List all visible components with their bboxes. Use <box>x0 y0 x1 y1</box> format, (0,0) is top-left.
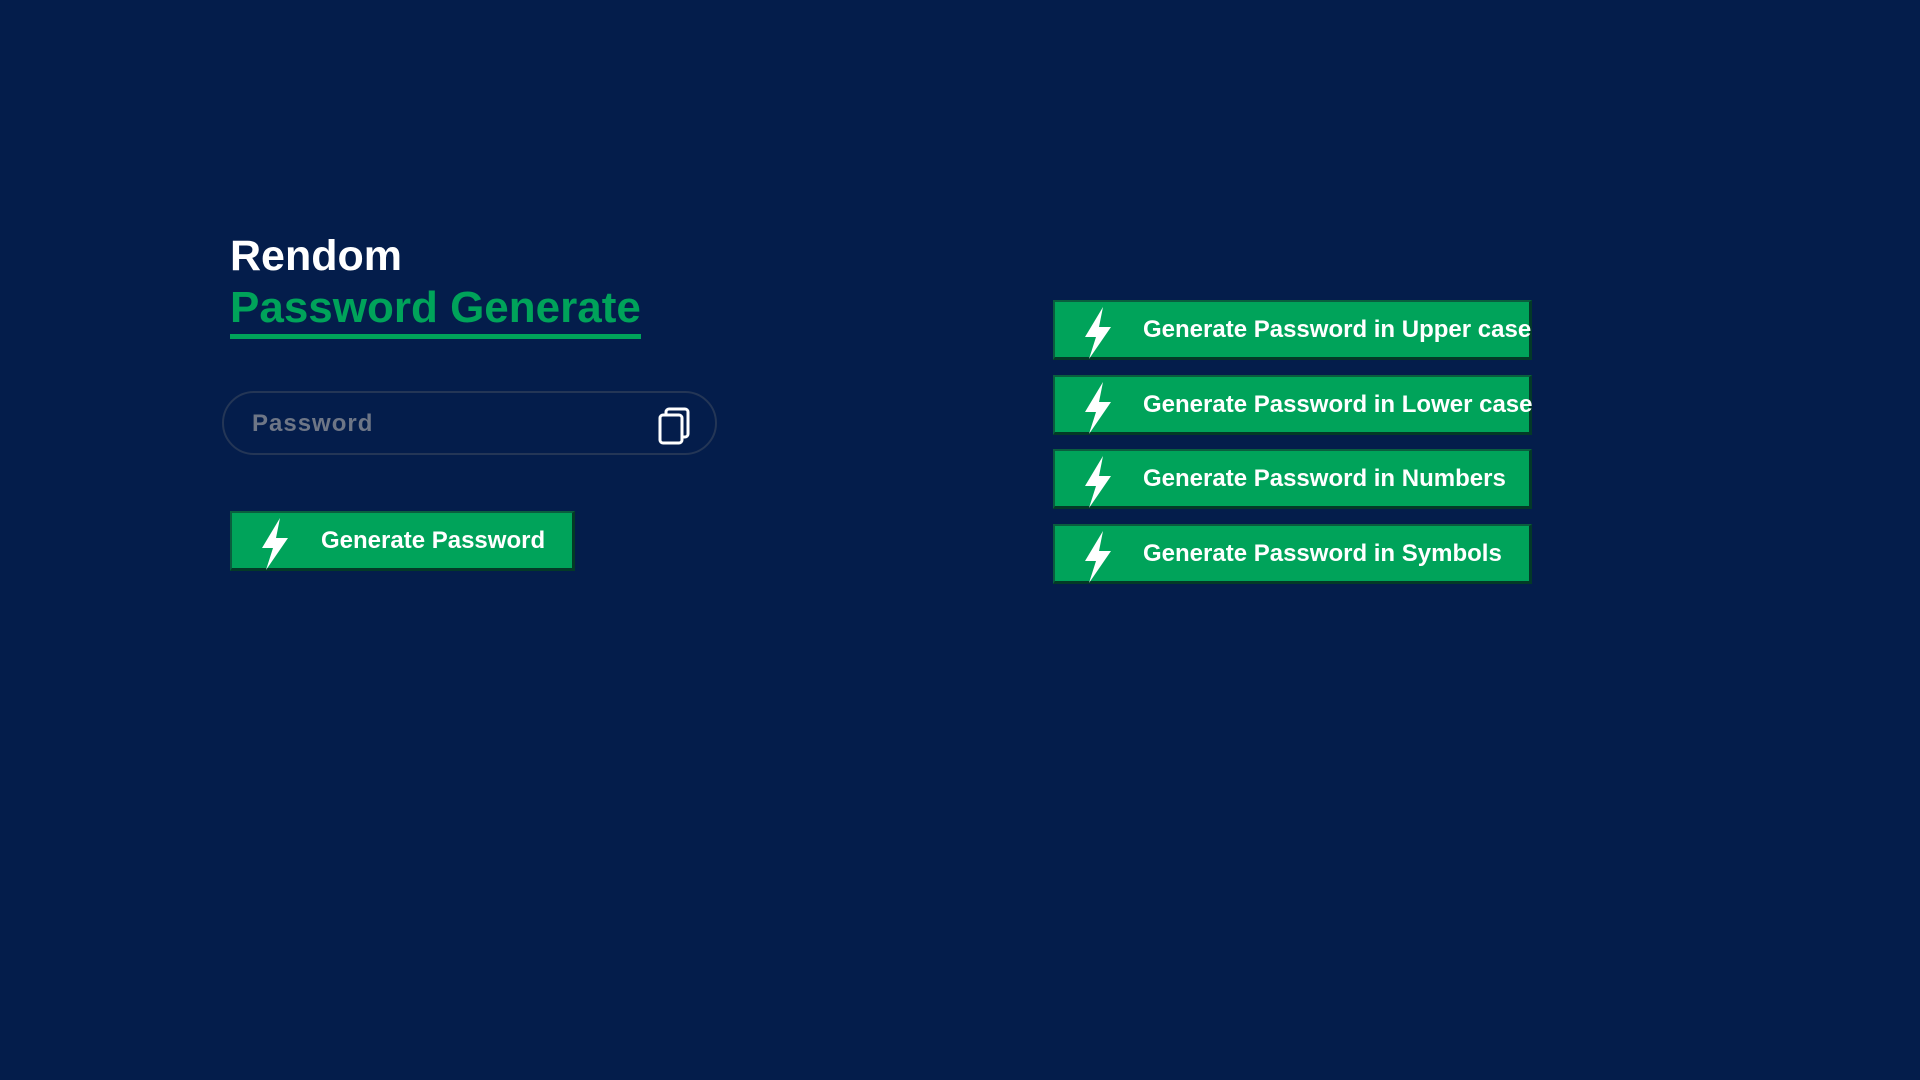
password-field-container <box>222 391 717 455</box>
title-rendom: Rendom <box>230 232 402 280</box>
generate-symbols-button[interactable]: Generate Password in Symbols <box>1053 524 1532 584</box>
generate-numbers-label: Generate Password in Numbers <box>1143 465 1506 492</box>
generate-password-label: Generate Password <box>321 527 546 554</box>
generate-lower-case-label: Generate Password in Lower case <box>1143 391 1533 418</box>
lightning-bolt-icon <box>1085 531 1111 583</box>
lightning-bolt-icon <box>1085 382 1111 434</box>
title-password-generate: Password Generate <box>230 282 641 339</box>
generate-password-button[interactable]: Generate Password <box>230 511 575 571</box>
generate-upper-case-label: Generate Password in Upper case <box>1143 316 1532 343</box>
lightning-bolt-icon <box>1085 307 1111 359</box>
lightning-bolt-icon <box>1085 456 1111 508</box>
password-input[interactable] <box>250 403 624 445</box>
generate-numbers-button[interactable]: Generate Password in Numbers <box>1053 449 1532 509</box>
page: Rendom Password Generate Generate Passwo… <box>0 0 1920 1080</box>
title-block: Rendom Password Generate <box>230 230 641 339</box>
copy-icon[interactable] <box>657 407 691 445</box>
generate-symbols-label: Generate Password in Symbols <box>1143 540 1502 567</box>
generate-lower-case-button[interactable]: Generate Password in Lower case <box>1053 375 1533 435</box>
lightning-bolt-icon <box>262 518 288 570</box>
generate-upper-case-button[interactable]: Generate Password in Upper case <box>1053 300 1532 360</box>
